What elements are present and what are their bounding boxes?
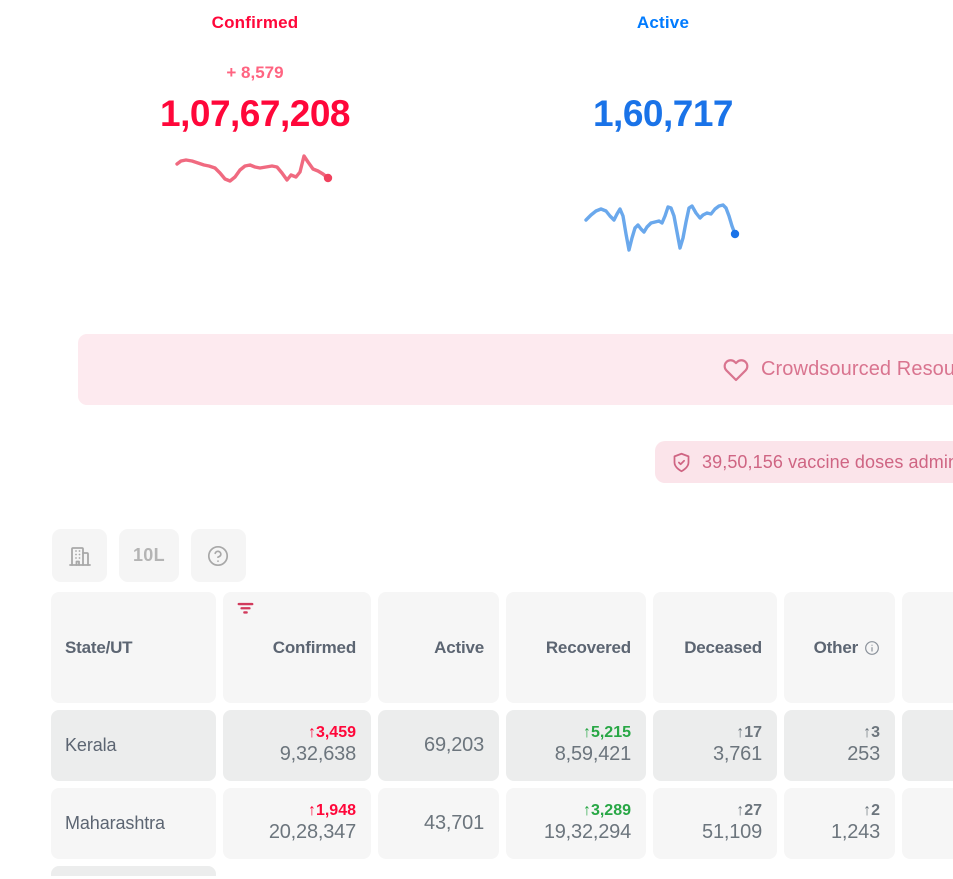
cell-delta: ↑27 [736, 802, 762, 820]
column-header-deceased-label: Deceased [684, 637, 762, 657]
cell-value: 19,32,294 [543, 821, 631, 844]
cell-state[interactable]: Maharashtra [51, 788, 216, 859]
cell-delta: ↑3,459 [307, 724, 356, 742]
cell-other[interactable]: ↑3 253 [784, 710, 895, 781]
level-count-active: 1,60,717 [592, 93, 734, 134]
state-name: Maharashtra [65, 813, 165, 833]
district-toggle-button[interactable] [52, 529, 107, 582]
crowdsourced-resources-label: Crowdsourced Resources [761, 358, 953, 380]
cell-value: 1,243 [830, 821, 880, 844]
crowdsourced-resources-banner[interactable]: Crowdsourced Resources [78, 334, 953, 405]
table-row[interactable]: Kerala ↑3,459 9,32,638 69,203 ↑5,215 8,5… [51, 710, 953, 781]
column-header-confirmed-label: Confirmed [272, 637, 356, 657]
covid-dashboard-page: Confirmed + 8,579 1,07,67,208 Active 1,6… [0, 0, 953, 879]
vaccine-doses-pill[interactable]: 39,50,156 vaccine doses administered [655, 441, 953, 483]
column-header-active-label: Active [434, 637, 484, 657]
level-delta-confirmed: + 8,579 [226, 63, 284, 82]
cell-value: 43,701 [424, 811, 484, 834]
cell-recovered[interactable]: ↑3,289 19,32,294 [506, 788, 646, 859]
scale-toggle-button[interactable]: 10L [119, 529, 179, 582]
question-circle-icon [208, 545, 229, 566]
cell-state[interactable] [51, 866, 216, 876]
column-header-deceased[interactable]: Deceased [653, 592, 777, 703]
column-header-recovered-label: Recovered [545, 637, 631, 657]
state-name: Kerala [65, 735, 117, 755]
cell-value: 51,109 [702, 821, 762, 844]
column-header-active[interactable]: Active [378, 592, 499, 703]
column-header-other-label: Other [813, 637, 859, 657]
sparkline-active [584, 203, 740, 252]
vaccine-doses-label: 39,50,156 vaccine doses administered [702, 451, 953, 472]
shield-check-icon [673, 452, 690, 472]
sort-descending-icon [237, 602, 254, 614]
sparkline-confirmed-wrap [105, 150, 405, 240]
cell-confirmed[interactable]: ↑1,948 20,28,347 [223, 788, 371, 859]
cell-other[interactable]: ↑2 1,243 [784, 788, 895, 859]
cell-recovered[interactable]: ↑5,215 8,59,421 [506, 710, 646, 781]
cell-delta: ↑17 [736, 724, 762, 742]
cell-active[interactable]: 43,701 [378, 788, 499, 859]
cell-value: 3,761 [712, 743, 762, 766]
help-button[interactable] [190, 529, 246, 582]
cell-value: 69,203 [424, 733, 484, 756]
table-header-row: State/UT Confirmed Active Recovered Dece… [51, 592, 953, 703]
cell-active[interactable]: 69,203 [378, 710, 499, 781]
cell-delta: ↑2 [863, 802, 880, 820]
level-block-active[interactable]: Active 1,60,717 [513, 0, 813, 284]
cell-tested[interactable]: ↑33.6K 96.6L [902, 710, 953, 781]
table-row[interactable] [51, 866, 953, 876]
state-stats-table: State/UT Confirmed Active Recovered Dece… [51, 592, 953, 879]
cell-state[interactable]: Kerala [51, 710, 216, 781]
cell-deceased[interactable]: ↑27 51,109 [653, 788, 777, 859]
cell-deceased[interactable]: ↑17 3,761 [653, 710, 777, 781]
cell-delta: ↑3 [863, 724, 880, 742]
cell-tested[interactable]: ↑39.1K 1.5Cr [902, 788, 953, 859]
cell-confirmed[interactable]: ↑3,459 9,32,638 [223, 710, 371, 781]
column-header-state-label: State/UT [65, 637, 133, 657]
level-block-confirmed[interactable]: Confirmed + 8,579 1,07,67,208 [105, 0, 405, 240]
cell-value: 8,59,421 [554, 743, 631, 766]
level-title-confirmed: Confirmed [211, 13, 299, 32]
column-header-confirmed[interactable]: Confirmed [223, 592, 371, 703]
info-icon[interactable] [864, 640, 880, 656]
cell-delta: ↑1,948 [307, 802, 356, 820]
cell-value: 9,32,638 [279, 743, 356, 766]
level-title-active: Active [636, 13, 690, 32]
table-toolbar: 10L [52, 529, 246, 582]
cell-value: 20,28,347 [268, 821, 356, 844]
table-row[interactable]: Maharashtra ↑1,948 20,28,347 43,701 ↑3,2… [51, 788, 953, 859]
column-header-tested[interactable]: Tested [902, 592, 953, 703]
heart-icon [723, 358, 749, 381]
sparkline-confirmed [175, 154, 333, 183]
building-icon [68, 546, 91, 566]
scale-toggle-label: 10L [133, 545, 165, 565]
sparkline-active-wrap [513, 194, 813, 284]
cell-delta: ↑5,215 [582, 724, 631, 742]
column-header-other[interactable]: Other [784, 592, 895, 703]
column-header-recovered[interactable]: Recovered [506, 592, 646, 703]
cell-value: 253 [847, 743, 880, 766]
level-count-confirmed: 1,07,67,208 [160, 93, 350, 134]
cell-delta: ↑3,289 [582, 802, 631, 820]
level-counts-strip: Confirmed + 8,579 1,07,67,208 Active 1,6… [0, 0, 953, 320]
column-header-state[interactable]: State/UT [51, 592, 216, 703]
